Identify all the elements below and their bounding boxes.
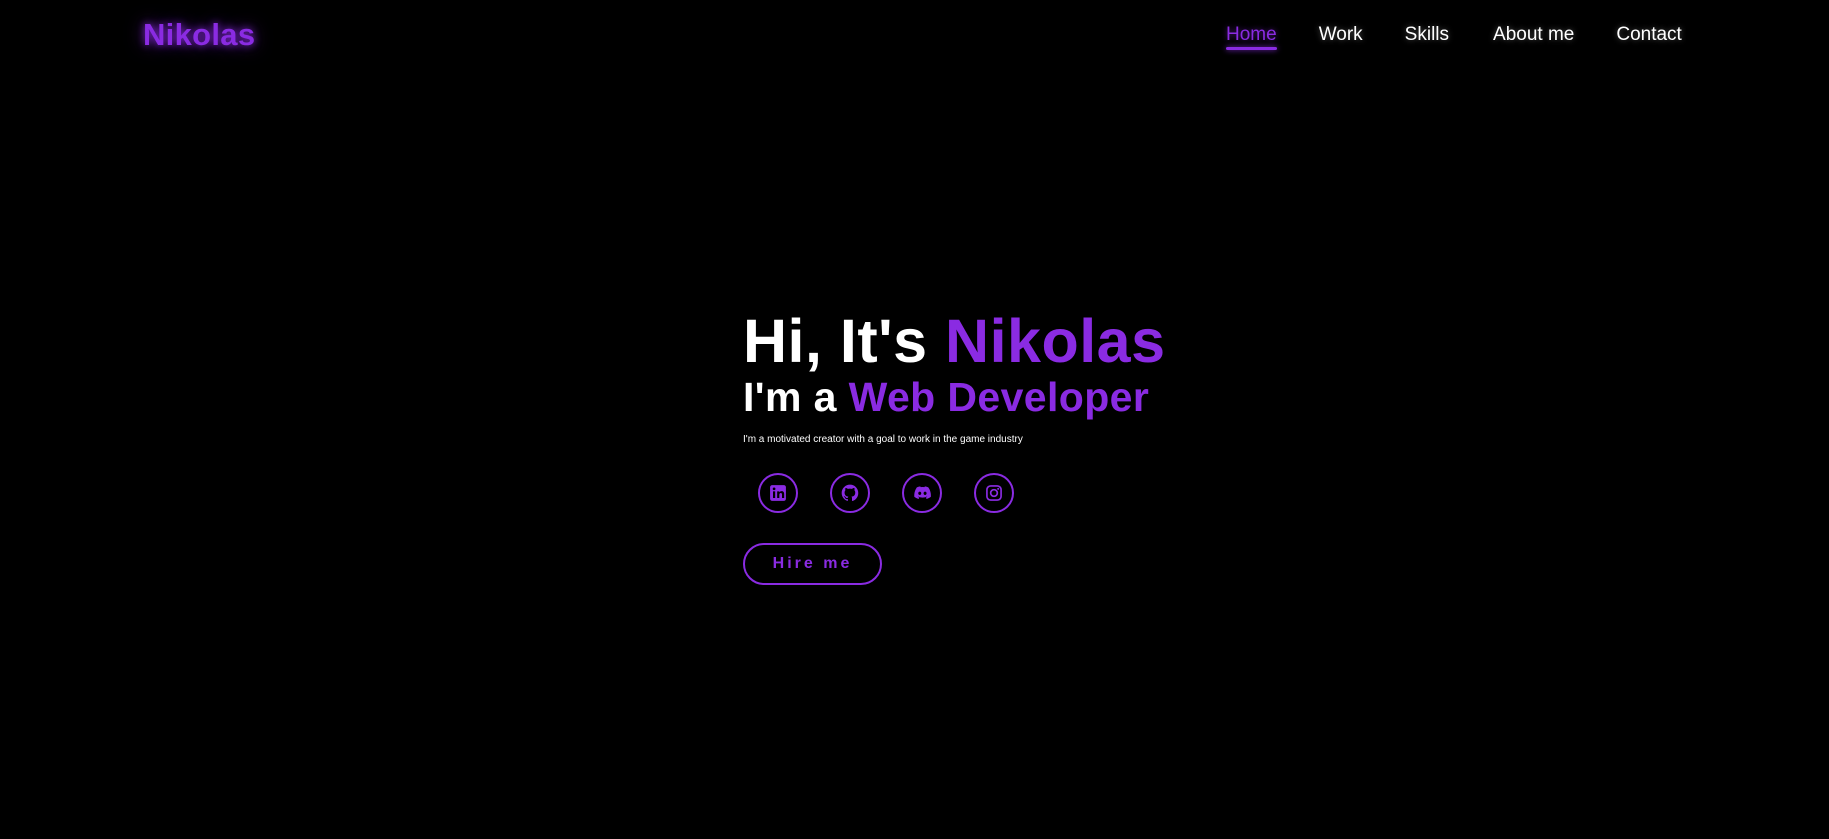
github-icon (840, 483, 860, 503)
instagram-icon (984, 483, 1004, 503)
discord-link[interactable] (902, 473, 942, 513)
hero-name: Nikolas (945, 307, 1166, 375)
linkedin-link[interactable] (758, 473, 798, 513)
discord-icon (912, 483, 932, 503)
linkedin-icon (768, 483, 788, 503)
role-title: Web Developer (848, 374, 1150, 420)
main-nav: Home Work Skills About me Contact (1226, 24, 1682, 50)
hero-greeting: Hi, It's Nikolas (743, 305, 1443, 377)
nav-skills[interactable]: Skills (1405, 24, 1449, 46)
hero-role: I'm a Web Developer (743, 373, 1443, 421)
hero-section: Hi, It's Nikolas I'm a Web Developer I'm… (743, 305, 1443, 585)
hero-tagline: I'm a motivated creator with a goal to w… (743, 434, 1023, 445)
logo[interactable]: Nikolas (143, 17, 255, 53)
hire-me-button[interactable]: Hire me (743, 543, 882, 585)
page: Nikolas Home Work Skills About me Contac… (0, 0, 1829, 839)
nav-home[interactable]: Home (1226, 24, 1277, 50)
role-prefix: I'm a (743, 374, 849, 420)
nav-contact[interactable]: Contact (1616, 24, 1681, 46)
github-link[interactable] (830, 473, 870, 513)
greeting-prefix: Hi, It's (743, 307, 946, 375)
site-header: Nikolas Home Work Skills About me Contac… (0, 0, 1829, 72)
nav-about-me[interactable]: About me (1493, 24, 1574, 46)
nav-work[interactable]: Work (1319, 24, 1363, 46)
social-links (758, 473, 1443, 513)
instagram-link[interactable] (974, 473, 1014, 513)
